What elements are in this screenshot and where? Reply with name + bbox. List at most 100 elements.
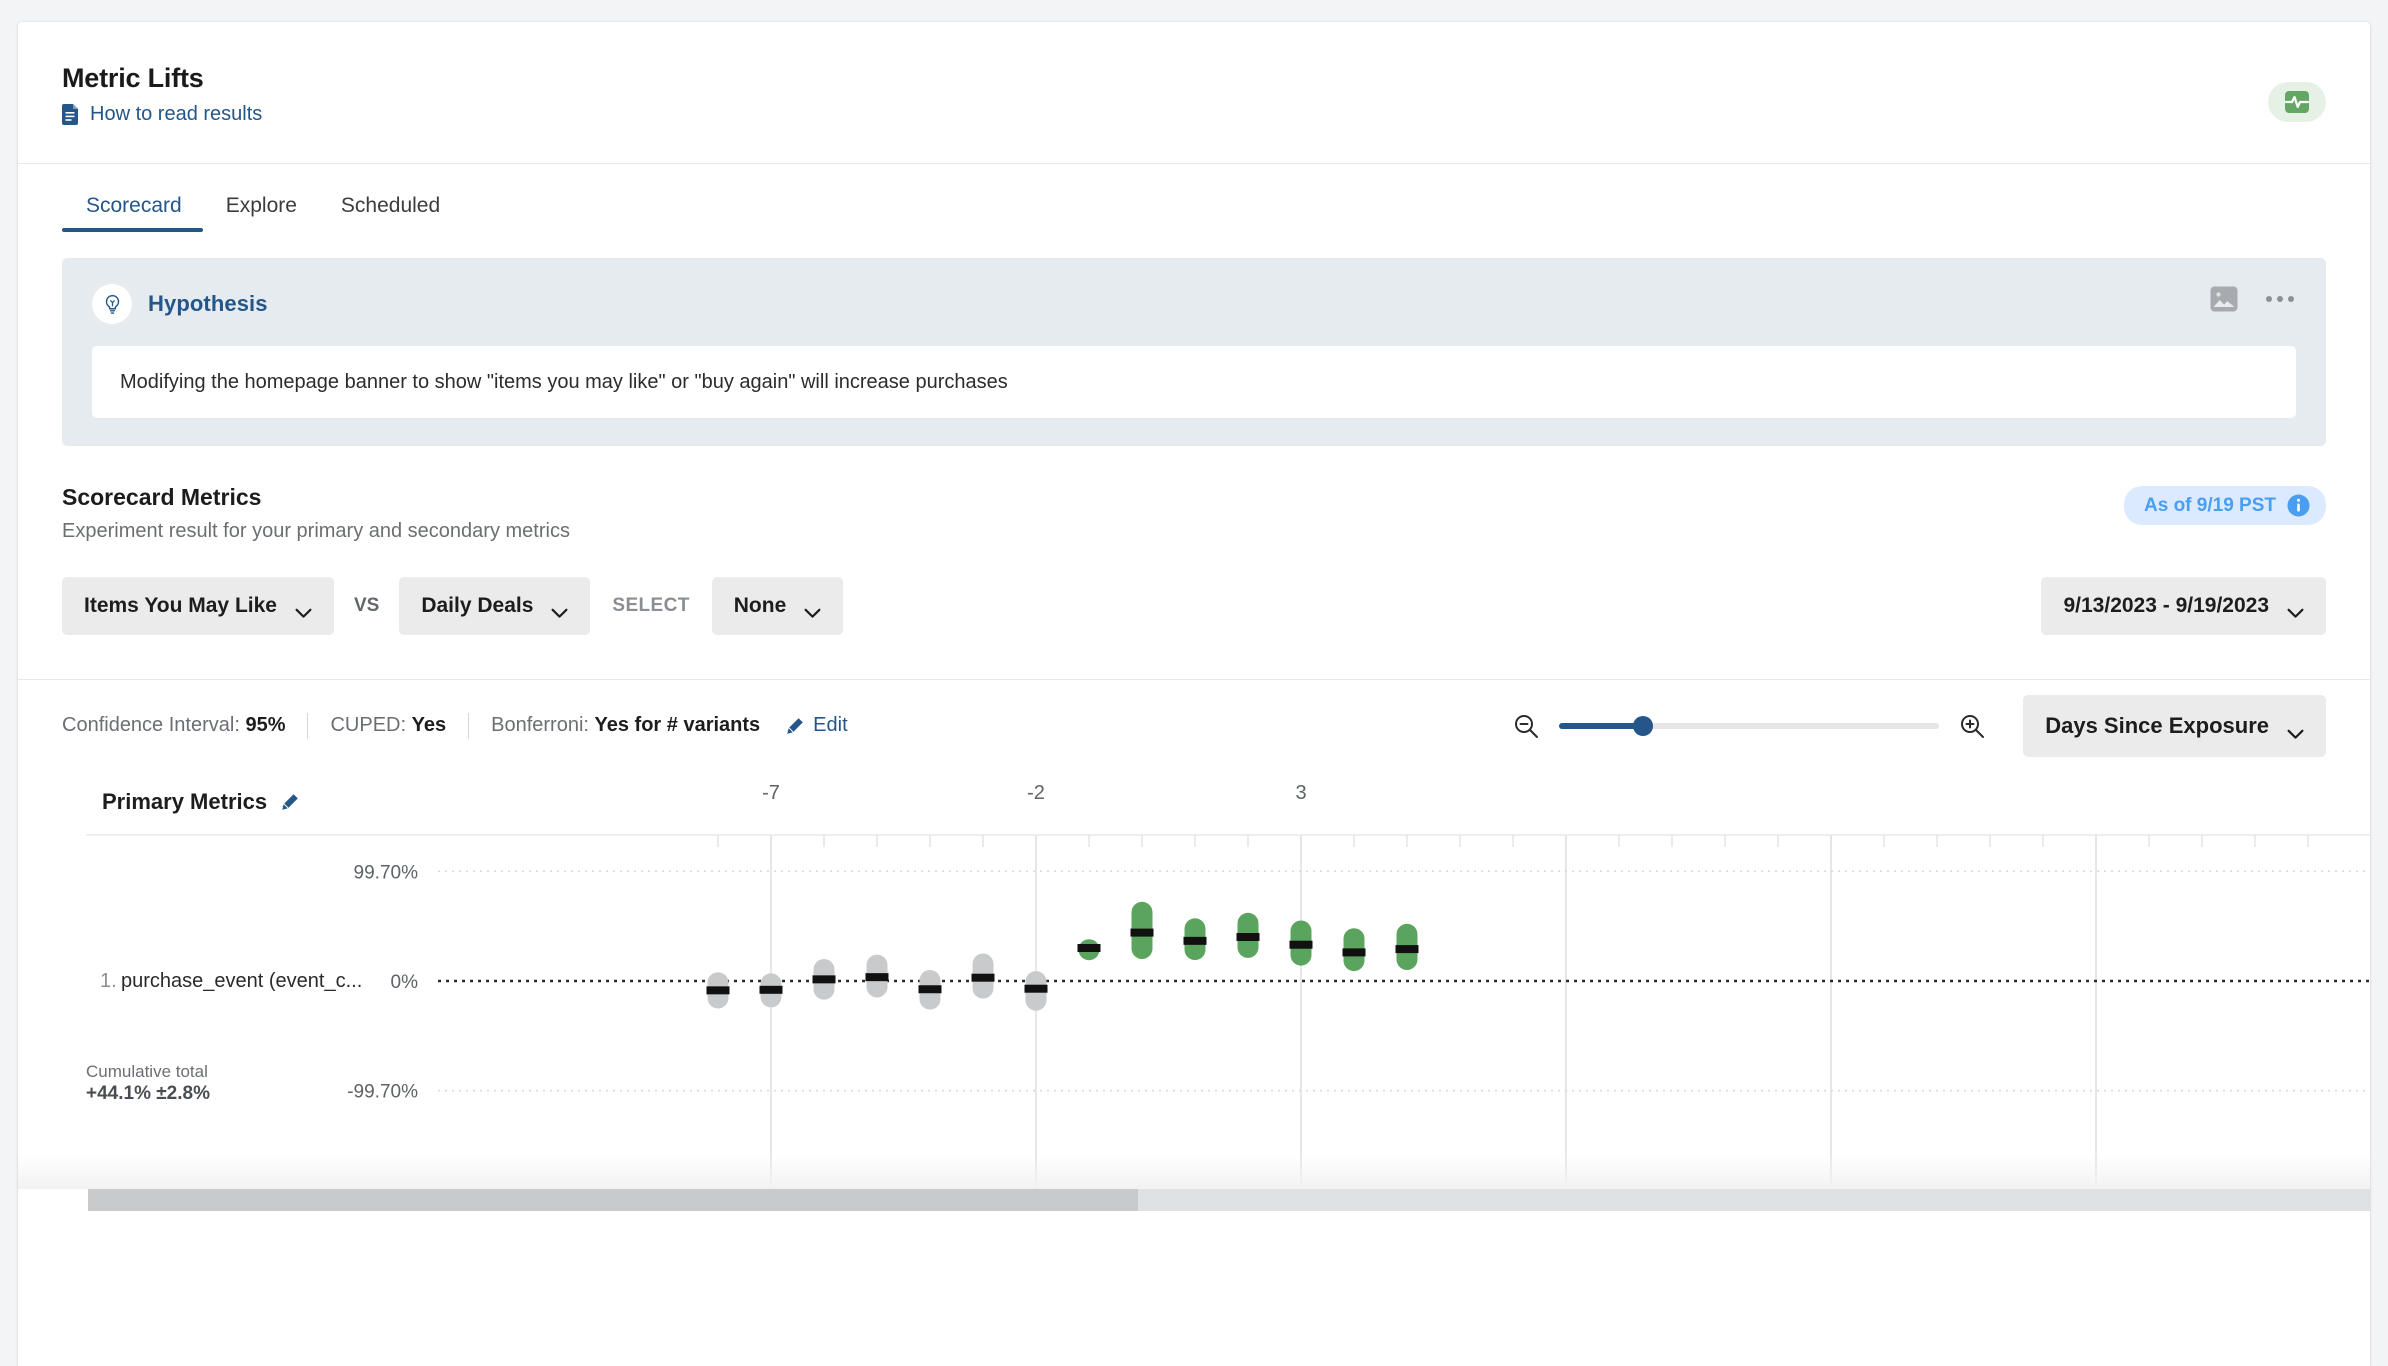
confidence-interval-bar[interactable] — [812, 959, 836, 1000]
chevron-down-icon — [804, 601, 821, 618]
zoom-out-icon[interactable] — [1513, 713, 1539, 739]
stats-bar: Confidence Interval: 95% CUPED: Yes Bonf… — [18, 679, 2370, 771]
x-tick-label: -7 — [762, 782, 780, 804]
divider — [468, 712, 470, 739]
select-label: SELECT — [612, 595, 690, 616]
vs-label: VS — [353, 595, 380, 616]
confidence-interval-bar[interactable] — [1342, 928, 1366, 972]
tab-bar: Scorecard Explore Scheduled — [18, 164, 2370, 232]
metric-lifts-card: Metric Lifts How to read results Scoreca… — [18, 22, 2370, 1366]
confidence-interval-bar[interactable] — [1236, 912, 1260, 958]
variant-a-label: Items You May Like — [84, 594, 277, 617]
pencil-icon — [786, 717, 804, 735]
image-icon[interactable] — [2210, 286, 2238, 312]
hypothesis-text: Modifying the homepage banner to show "i… — [120, 371, 1008, 393]
as-of-badge[interactable]: As of 9/19 PST — [2124, 486, 2326, 525]
pulse-monitor-icon — [2284, 90, 2310, 114]
zoom-control — [1513, 713, 1985, 739]
app-page: Metric Lifts How to read results Scoreca… — [0, 0, 2388, 1366]
as-of-label: As of 9/19 PST — [2144, 494, 2276, 516]
chart-scrollbar-thumb[interactable] — [88, 1189, 1138, 1211]
tab-scorecard[interactable]: Scorecard — [62, 194, 204, 232]
card-header: Metric Lifts How to read results — [18, 22, 2370, 164]
edit-stats-button[interactable]: Edit — [786, 714, 848, 737]
zoom-slider-thumb[interactable] — [1632, 715, 1653, 736]
hypothesis-title: Hypothesis — [148, 291, 268, 316]
variant-selector-row: Items You May Like VS Daily Deals SELECT — [18, 543, 2370, 635]
confidence-interval-bar[interactable] — [1130, 901, 1154, 959]
y-tick-label: 0% — [391, 972, 419, 993]
zoom-slider-fill — [1559, 722, 1643, 729]
segment-label: None — [733, 594, 787, 617]
y-tick-label: -99.70% — [347, 1082, 418, 1103]
confidence-interval-bar[interactable] — [1183, 918, 1207, 961]
tab-explore-label: Explore — [225, 194, 297, 217]
chart-horizontal-scrollbar[interactable] — [88, 1189, 2370, 1211]
x-axis-tick-labels: -7 -2 3 — [762, 782, 1306, 804]
info-icon[interactable] — [2287, 494, 2310, 517]
cuped-stat: CUPED: Yes — [330, 714, 446, 737]
confidence-interval-bar[interactable] — [865, 954, 889, 998]
hypothesis-actions — [2210, 286, 2296, 312]
hypothesis-header: Hypothesis — [92, 284, 2296, 324]
confidence-interval-bar[interactable] — [706, 972, 730, 1009]
how-to-read-results-label: How to read results — [90, 103, 263, 125]
variant-a-dropdown[interactable]: Items You May Like — [62, 577, 334, 635]
bonferroni-value: Yes for # variants — [594, 714, 761, 736]
chevron-down-icon — [2287, 720, 2304, 739]
axis-ruler-ticks — [717, 835, 2309, 847]
days-since-exposure-label: Days Since Exposure — [2045, 712, 2269, 738]
bonferroni-stat: Bonferroni: Yes for # variants — [491, 714, 760, 737]
x-tick-label: -2 — [1027, 782, 1045, 804]
variant-b-label: Daily Deals — [421, 594, 534, 617]
metric-chart-area: Primary Metrics -7 -2 3 99.70% 0% -99.70… — [18, 771, 2370, 1211]
confidence-interval-label: Confidence Interval: — [62, 714, 240, 736]
x-tick-label: 3 — [1295, 782, 1306, 804]
chevron-down-icon — [295, 601, 312, 618]
experiment-health-badge[interactable] — [2268, 82, 2326, 122]
confidence-interval-bar[interactable] — [971, 953, 995, 999]
chevron-down-icon — [2287, 601, 2304, 618]
date-range-dropdown[interactable]: 9/13/2023 - 9/19/2023 — [2041, 577, 2326, 635]
confidence-interval-bar[interactable] — [1395, 923, 1419, 970]
edit-label: Edit — [813, 714, 848, 736]
cumulative-total-label: Cumulative total — [86, 1062, 208, 1081]
y-tick-label: 99.70% — [354, 862, 419, 883]
scorecard-metrics-section: Scorecard Metrics Experiment result for … — [18, 446, 2370, 543]
confidence-interval-chart[interactable]: -7 -2 3 99.70% 0% -99.70% 1. purchase_event … — [18, 771, 2370, 1211]
chart-fade-overlay — [18, 1155, 2370, 1189]
lightbulb-icon-wrapper — [92, 284, 132, 324]
variant-b-dropdown[interactable]: Daily Deals — [399, 577, 591, 635]
tab-scheduled-label: Scheduled — [340, 194, 441, 217]
confidence-interval-bar[interactable] — [1077, 939, 1101, 961]
chevron-down-icon — [551, 601, 568, 618]
tab-scorecard-label: Scorecard — [86, 194, 182, 217]
confidence-interval-bars — [706, 901, 1419, 1011]
confidence-interval-bar[interactable] — [1024, 971, 1048, 1011]
tab-explore[interactable]: Explore — [204, 194, 319, 232]
confidence-interval-bar[interactable] — [759, 973, 783, 1008]
ellipsis-icon[interactable] — [2264, 290, 2296, 308]
confidence-interval-bar[interactable] — [918, 970, 942, 1010]
days-since-exposure-dropdown[interactable]: Days Since Exposure — [2023, 694, 2326, 757]
cuped-label: CUPED: — [330, 714, 407, 736]
hypothesis-text-box[interactable]: Modifying the homepage banner to show "i… — [92, 346, 2296, 418]
how-to-read-results-link[interactable]: How to read results — [62, 103, 2326, 125]
confidence-interval-stat: Confidence Interval: 95% — [62, 714, 285, 737]
metric-row-label[interactable]: purchase_event (event_c... — [121, 970, 362, 992]
bonferroni-label: Bonferroni: — [491, 714, 589, 736]
cuped-value: Yes — [411, 714, 447, 736]
confidence-interval-value: 95% — [245, 714, 286, 736]
tab-scheduled[interactable]: Scheduled — [319, 194, 462, 232]
divider — [307, 712, 309, 739]
scorecard-metrics-title: Scorecard Metrics — [62, 484, 262, 510]
zoom-in-icon[interactable] — [1959, 713, 1985, 739]
zoom-slider[interactable] — [1559, 715, 1939, 736]
page-title: Metric Lifts — [62, 63, 204, 93]
segment-dropdown[interactable]: None — [711, 577, 844, 635]
lightbulb-icon — [102, 294, 123, 315]
document-icon — [62, 103, 80, 125]
confidence-interval-bar[interactable] — [1289, 920, 1313, 966]
hypothesis-panel: Hypothesis Modifying the homepage banner… — [62, 258, 2326, 446]
scorecard-metrics-subtitle: Experiment result for your primary and s… — [62, 520, 570, 542]
